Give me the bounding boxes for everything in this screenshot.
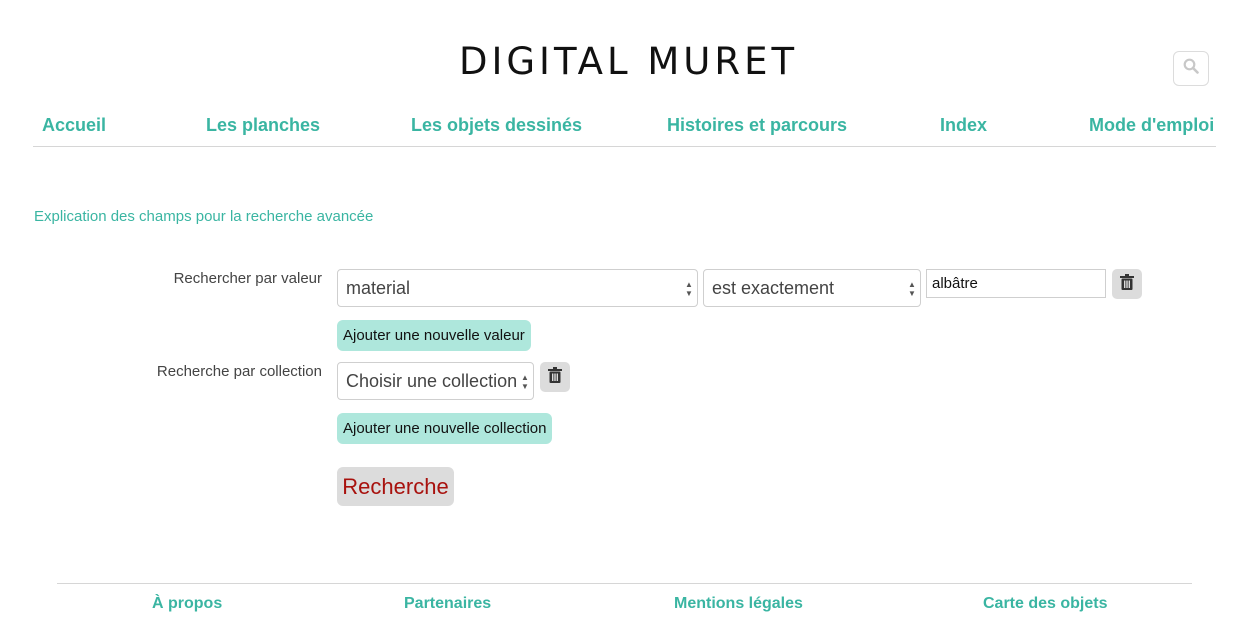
operator-select-value: est exactement [712,277,835,298]
remove-collection-button[interactable] [540,362,570,392]
footer-divider [57,583,1192,584]
search-submit-button[interactable]: Recherche [337,467,454,506]
nav-item-mode-emploi[interactable]: Mode d'emploi [1089,115,1214,136]
footer-link-carte[interactable]: Carte des objets [983,595,1107,613]
add-collection-button[interactable]: Ajouter une nouvelle collection [337,413,553,444]
collection-select-value: Choisir une collection [346,370,518,391]
site-title: DIGITAL MURET [458,40,799,83]
footer-link-a-propos[interactable]: À propos [152,595,222,613]
value-input[interactable] [926,269,1106,298]
nav-item-objets[interactable]: Les objets dessinés [411,115,582,136]
trash-icon [1120,273,1134,295]
footer-link-mentions[interactable]: Mentions légales [674,595,803,613]
select-arrows-icon: ▲ ▼ [908,280,916,298]
select-arrows-icon: ▲ ▼ [521,373,529,391]
collection-select[interactable]: Choisir une collection ▲ ▼ [337,362,534,400]
add-value-button[interactable]: Ajouter une nouvelle valeur [337,320,531,351]
collection-row-label: Recherche par collection [156,363,322,380]
select-arrows-icon: ▲ ▼ [685,280,693,298]
main-nav: Accueil Les planches Les objets dessinés… [33,112,1216,147]
nav-item-accueil[interactable]: Accueil [42,115,106,136]
field-select[interactable]: material ▲ ▼ [337,269,698,307]
advanced-search-help-link[interactable]: Explication des champs pour la recherche… [34,208,373,225]
trash-icon [548,366,562,388]
nav-item-index[interactable]: Index [940,115,987,136]
footer-link-partenaires[interactable]: Partenaires [404,595,491,613]
nav-item-planches[interactable]: Les planches [206,115,320,136]
operator-select[interactable]: est exactement ▲ ▼ [703,269,921,307]
value-row-label: Rechercher par valeur [173,270,322,287]
remove-value-button[interactable] [1112,269,1142,299]
field-select-value: material [346,277,411,298]
search-button[interactable] [1173,51,1209,86]
nav-item-histoires[interactable]: Histoires et parcours [667,115,847,136]
search-icon [1183,58,1199,79]
